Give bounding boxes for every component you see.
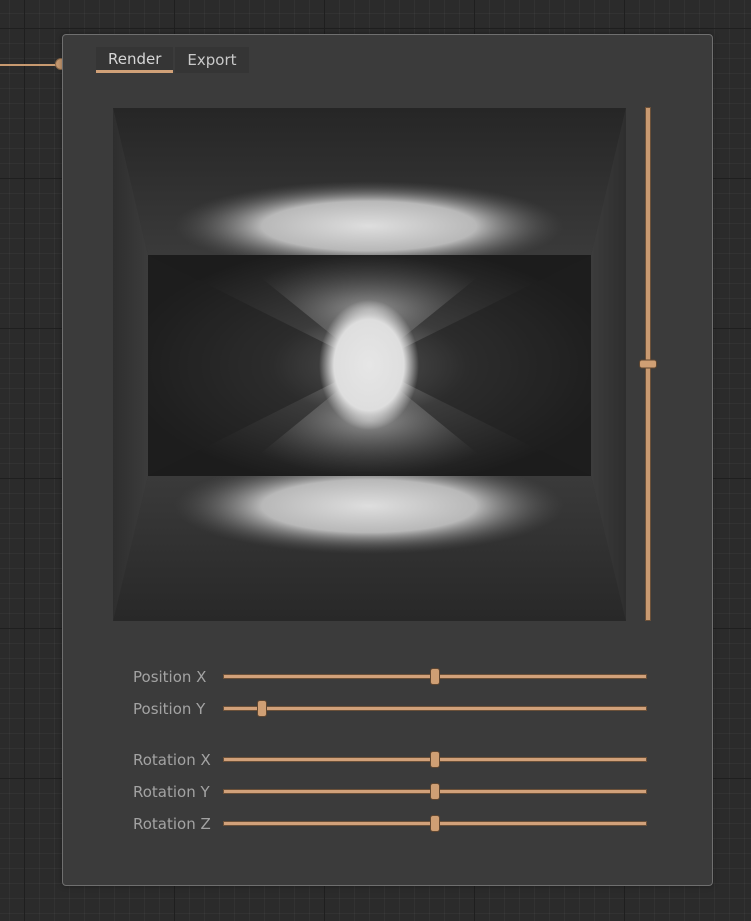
vertical-slider-handle[interactable]	[639, 359, 657, 369]
rotation-z-row: Rotation Z	[133, 814, 653, 834]
rotation-z-slider-track[interactable]	[223, 815, 647, 832]
position-y-slider-track[interactable]	[223, 700, 647, 717]
position-y-slider-handle[interactable]	[256, 700, 267, 717]
vertical-slider[interactable]	[639, 107, 657, 621]
rotation-x-label: Rotation X	[133, 751, 211, 769]
tab-bar: Render Export	[96, 47, 249, 73]
position-x-row: Position X	[133, 667, 653, 687]
rotation-z-label: Rotation Z	[133, 815, 211, 833]
render-preview-image	[113, 108, 626, 621]
render-viewport[interactable]	[113, 108, 626, 621]
rotation-x-slider-handle[interactable]	[430, 751, 440, 768]
tab-render[interactable]: Render	[96, 47, 174, 73]
position-y-row: Position Y	[133, 699, 653, 719]
connection-wire	[0, 64, 62, 66]
rotation-y-label: Rotation Y	[133, 783, 210, 801]
position-y-label: Position Y	[133, 700, 206, 718]
rotation-z-slider-handle[interactable]	[430, 815, 440, 832]
tab-export[interactable]: Export	[175, 47, 249, 73]
rotation-y-row: Rotation Y	[133, 782, 653, 802]
render-node-panel: Render Export Position X Position Y Rota…	[62, 34, 713, 886]
rotation-y-slider-track[interactable]	[223, 783, 647, 800]
position-x-slider-handle[interactable]	[430, 668, 440, 685]
position-x-slider-track[interactable]	[223, 668, 647, 685]
position-x-label: Position X	[133, 668, 207, 686]
rotation-x-row: Rotation X	[133, 750, 653, 770]
rotation-y-slider-handle[interactable]	[430, 783, 440, 800]
rotation-x-slider-track[interactable]	[223, 751, 647, 768]
